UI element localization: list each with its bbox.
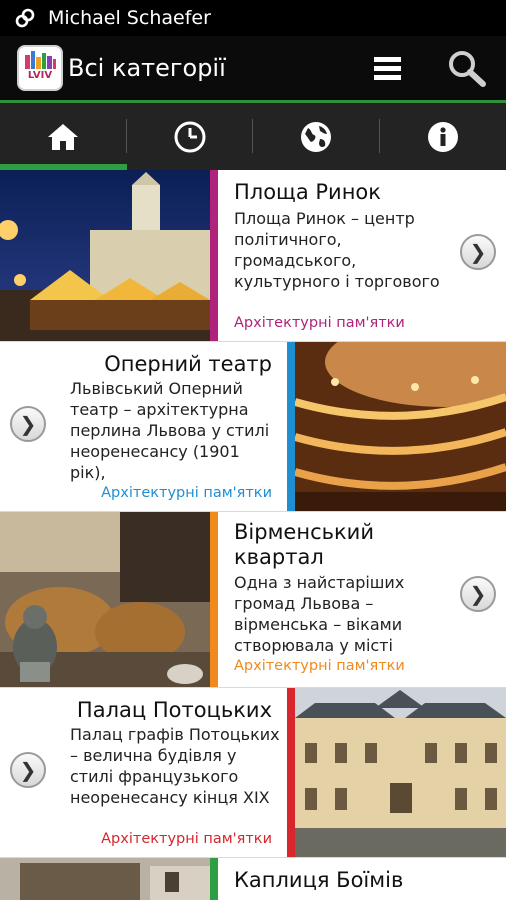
item-category: Архітектурні пам'ятки: [234, 658, 405, 674]
tab-home[interactable]: [0, 103, 127, 170]
category-accent: [210, 858, 218, 900]
action-bar: LVIV Всі категорії: [0, 36, 506, 100]
item-category: Архітектурні пам'ятки: [101, 485, 272, 501]
tab-history[interactable]: [127, 103, 253, 170]
status-bar: Michael Schaefer: [0, 0, 506, 36]
category-accent: [210, 170, 218, 341]
chevron-right-icon[interactable]: ❯: [460, 576, 496, 612]
list-item[interactable]: ❯ Оперний театр Львівський Оперний театр…: [0, 342, 506, 512]
menu-icon[interactable]: [370, 50, 406, 86]
rynok-square-photo: [0, 170, 210, 341]
tab-bar: [0, 103, 506, 170]
item-category: Архітектурні пам'ятки: [101, 831, 272, 847]
potocki-palace-photo: [295, 688, 506, 857]
category-accent: [287, 342, 295, 511]
item-title: Вірменський квартал: [234, 520, 374, 569]
app-logo[interactable]: LVIV: [17, 45, 63, 91]
app-logo-text: LVIV: [27, 70, 53, 81]
item-title: Оперний театр: [104, 352, 272, 376]
item-title: Палац Потоцьких: [76, 698, 272, 722]
tab-info[interactable]: [380, 103, 506, 170]
chevron-right-icon[interactable]: ❯: [10, 406, 46, 442]
opera-theatre-photo: [295, 342, 506, 511]
chevron-right-icon[interactable]: ❯: [10, 752, 46, 788]
list-item[interactable]: Вірменський квартал Одна з найстаріших г…: [0, 512, 506, 688]
item-title: Площа Ринок: [234, 180, 381, 204]
info-icon: [427, 121, 458, 152]
status-user-name: Michael Schaefer: [48, 7, 211, 29]
places-list: Площа Ринок Площа Ринок – центр політичн…: [0, 170, 506, 900]
item-description: Одна з найстаріших громад Львова – вірме…: [234, 573, 405, 655]
boim-chapel-photo: [0, 858, 210, 900]
list-item[interactable]: Каплиця Боїмів: [0, 858, 506, 900]
item-description: Площа Ринок – центр політичного, громадс…: [234, 209, 440, 291]
armenian-quarter-photo: [0, 512, 210, 687]
item-title: Каплиця Боїмів: [234, 868, 404, 892]
page-title: Всі категорії: [68, 54, 226, 82]
home-icon: [48, 123, 79, 150]
clock-icon: [174, 121, 206, 152]
item-description: Львівський Оперний театр – архітектурна …: [70, 379, 270, 482]
item-description: Палац графів Потоцьких – велична будівля…: [70, 725, 280, 807]
list-item[interactable]: Площа Ринок Площа Ринок – центр політичн…: [0, 170, 506, 342]
globe-icon: [301, 121, 332, 152]
item-category: Архітектурні пам'ятки: [234, 315, 405, 331]
category-accent: [210, 512, 218, 687]
tab-world[interactable]: [253, 103, 380, 170]
chevron-right-icon[interactable]: ❯: [460, 234, 496, 270]
list-item[interactable]: ❯ Палац Потоцьких Палац графів Потоцьких…: [0, 688, 506, 858]
link-icon: [15, 8, 35, 28]
category-accent: [287, 688, 295, 857]
search-icon[interactable]: [445, 48, 489, 88]
